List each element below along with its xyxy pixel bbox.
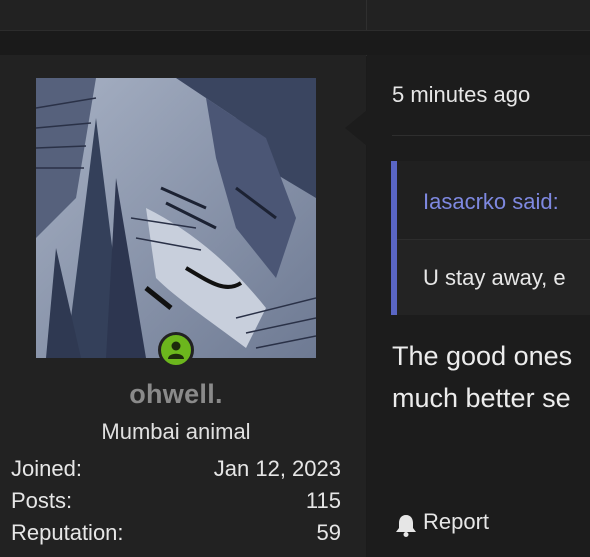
stat-label: Joined:: [11, 456, 82, 481]
report-label: Report: [423, 509, 490, 534]
post-message: The good ones much better se: [392, 335, 572, 419]
divider: [397, 239, 590, 240]
username-link[interactable]: ohwell.: [0, 379, 352, 410]
previous-post-footer: [0, 0, 590, 30]
avatar-image: [36, 78, 316, 358]
quote-text: U stay away, e: [423, 265, 566, 290]
avatar[interactable]: [36, 78, 316, 358]
thread-page: ohwell. Mumbai animal Joined: Jan 12, 20…: [0, 0, 590, 557]
post-timestamp[interactable]: 5 minutes ago: [392, 82, 530, 108]
post-separator: [0, 30, 590, 56]
stat-value: Jan 12, 2023: [213, 456, 341, 481]
stat-label: Posts:: [11, 488, 73, 513]
user-sidebar: ohwell. Mumbai animal Joined: Jan 12, 20…: [0, 55, 366, 557]
post-body: 5 minutes ago Iasacrko said: U stay away…: [367, 55, 590, 557]
user-online-icon: [158, 332, 194, 368]
bell-icon: [396, 515, 416, 537]
quote-header: Iasacrko said:: [397, 161, 590, 239]
divider: [392, 135, 590, 136]
divider: [366, 0, 367, 30]
quote-author-link[interactable]: Iasacrko said:: [423, 189, 559, 215]
user-title: Mumbai animal: [101, 419, 251, 444]
post-line: much better se: [392, 383, 571, 413]
post-pointer: [345, 110, 367, 146]
stat-label: Reputation:: [11, 520, 124, 545]
post-line: The good ones: [392, 341, 573, 371]
stat-joined: Joined: Jan 12, 2023: [11, 456, 341, 486]
stat-posts: Posts: 115: [11, 488, 341, 518]
stat-value: 59: [316, 520, 341, 545]
stat-reputation: Reputation: 59: [11, 520, 341, 550]
stat-value[interactable]: 115: [306, 488, 341, 514]
quote-block: Iasacrko said: U stay away, e: [391, 161, 590, 315]
